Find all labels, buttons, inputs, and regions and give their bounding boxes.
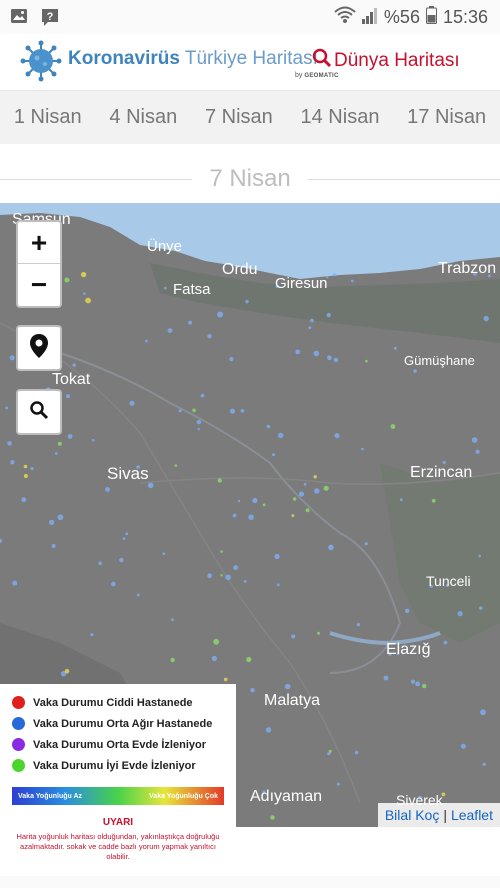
bottom-edge <box>0 876 500 888</box>
selected-date-heading: 7 Nisan <box>0 160 500 200</box>
map-attribution: Bilal Koç | Leaflet <box>377 803 500 827</box>
image-icon <box>10 7 28 25</box>
battery-level: %56 <box>383 7 420 27</box>
city-sivas: Sivas <box>107 464 149 483</box>
map-search-button[interactable] <box>16 389 62 435</box>
city-tunceli: Tunceli <box>426 573 471 589</box>
leaflet-link[interactable]: Leaflet <box>451 807 493 823</box>
city-ordu: Ordu <box>222 261 258 278</box>
status-bar: ? %56 15:36 <box>0 0 500 34</box>
wifi-icon <box>334 6 356 29</box>
magnifier-icon <box>312 48 332 74</box>
purple-dot-icon <box>12 738 25 751</box>
divider-right <box>308 179 500 180</box>
attribution-separator: | <box>443 807 447 823</box>
legend-item-good-home: Vaka Durumu İyi Evde İzleniyor <box>12 759 196 772</box>
app-header: Koronavirüs Türkiye Haritası by GEOMATIC… <box>0 34 500 90</box>
tab-4-nisan[interactable]: 4 Nisan <box>109 106 177 129</box>
warning-title: UYARI <box>102 817 134 828</box>
author-link[interactable]: Bilal Koç <box>385 807 439 823</box>
density-low-label: Vaka Yoğunluğu Az <box>18 792 83 800</box>
city-tokat: Tokat <box>52 371 91 388</box>
clock: 15:36 <box>442 7 488 27</box>
help-icon: ? <box>40 7 58 26</box>
city-gumushane: Gümüşhane <box>404 353 475 368</box>
app-screen: ? %56 15:36 Koronavirüs Türkiye Haritası… <box>0 0 500 888</box>
tab-1-nisan[interactable]: 1 Nisan <box>14 106 82 129</box>
red-dot-icon <box>12 696 25 709</box>
virus-logo-icon[interactable] <box>20 40 62 82</box>
city-malatya: Malatya <box>264 692 321 709</box>
legend-label: Vaka Durumu Orta Evde İzleniyor <box>33 738 207 751</box>
world-map-label: Dünya Haritası <box>334 50 460 71</box>
location-pin-icon <box>29 333 49 364</box>
city-giresun: Giresun <box>275 275 328 292</box>
date-tabs: 1 Nisan 4 Nisan 7 Nisan 14 Nisan 17 Nisa… <box>0 90 500 144</box>
svg-text:?: ? <box>47 11 54 23</box>
zoom-out-button[interactable]: − <box>18 264 60 306</box>
city-adiyaman: Adıyaman <box>250 788 323 805</box>
brand-bold: Koronavirüs <box>68 48 180 69</box>
signal-icon <box>361 6 378 29</box>
byline-by: by <box>295 72 303 79</box>
density-gradient: Vaka Yoğunluğu Az Vaka Yoğunluğu Çok <box>12 787 224 805</box>
city-trabzon: Trabzon <box>438 260 497 277</box>
legend-label: Vaka Durumu Ciddi Hastanede <box>33 696 193 709</box>
legend-label: Vaka Durumu İyi Evde İzleniyor <box>33 759 196 772</box>
search-icon <box>29 400 49 425</box>
city-fatsa: Fatsa <box>173 281 211 298</box>
warning-text: Harita yoğunluk haritası olduğundan, yak… <box>16 832 220 861</box>
legend-label: Vaka Durumu Orta Ağır Hastanede <box>33 717 213 730</box>
density-high-label: Vaka Yoğunluğu Çok <box>149 792 218 800</box>
city-unye: Ünye <box>147 238 183 255</box>
app-title[interactable]: Koronavirüs Türkiye Haritası <box>68 48 318 70</box>
legend-item-serious: Vaka Durumu Ciddi Hastanede <box>12 696 193 709</box>
tab-17-nisan[interactable]: 17 Nisan <box>407 106 486 129</box>
battery-icon <box>425 6 437 29</box>
brand-rest: Türkiye Haritası <box>184 48 318 69</box>
legend-item-moderate-home: Vaka Durumu Orta Evde İzleniyor <box>12 738 206 751</box>
tab-14-nisan[interactable]: 14 Nisan <box>301 106 380 129</box>
zoom-control: + − <box>16 220 62 308</box>
green-dot-icon <box>12 759 25 772</box>
tab-7-nisan[interactable]: 7 Nisan <box>205 106 273 129</box>
blue-dot-icon <box>12 717 25 730</box>
legend-item-moderate-hospital: Vaka Durumu Orta Ağır Hastanede <box>12 717 212 730</box>
city-erzincan: Erzincan <box>410 464 473 481</box>
zoom-in-button[interactable]: + <box>18 222 60 264</box>
legend-panel: Vaka Durumu Ciddi Hastanede Vaka Durumu … <box>0 684 236 874</box>
world-map-link[interactable]: Dünya Haritası <box>312 48 460 74</box>
locate-button[interactable] <box>16 325 62 371</box>
city-elazig: Elazığ <box>386 641 431 658</box>
